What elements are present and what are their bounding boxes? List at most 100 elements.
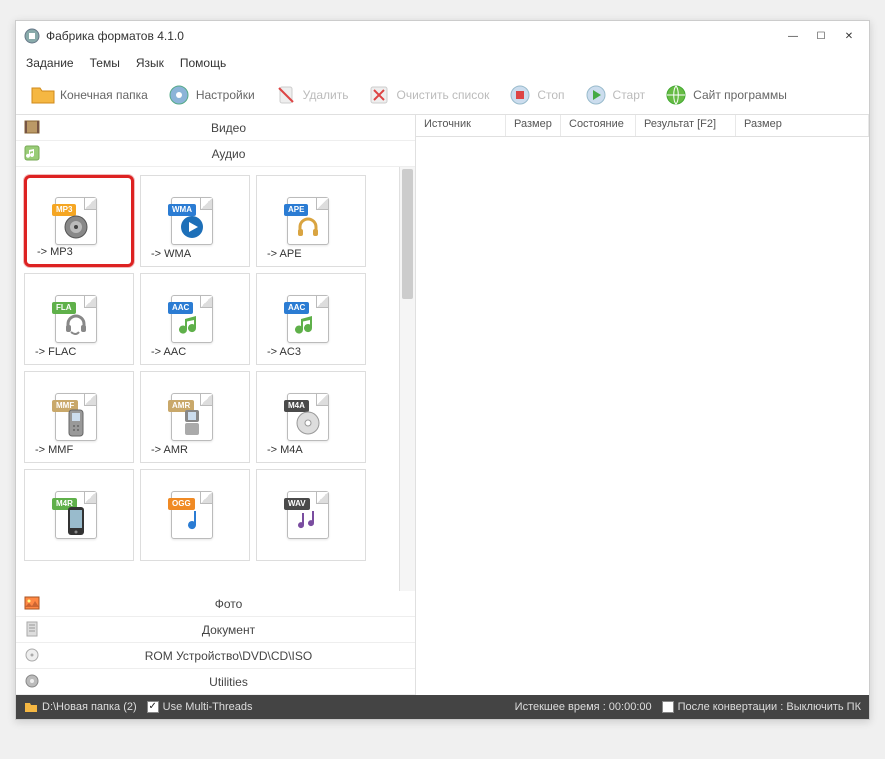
format-item-aac[interactable]: AAC-> AAC bbox=[140, 273, 250, 365]
maximize-button[interactable]: ☐ bbox=[809, 26, 833, 46]
format-file-icon: WMA bbox=[171, 197, 219, 245]
format-item-ape[interactable]: APE -> APE bbox=[256, 175, 366, 267]
toolbar-label: Конечная папка bbox=[60, 88, 148, 102]
format-glyph-icon bbox=[176, 508, 208, 534]
format-label: -> WMA bbox=[151, 248, 191, 260]
format-label: -> AC3 bbox=[267, 346, 301, 358]
menu-themes[interactable]: Темы bbox=[90, 56, 120, 70]
format-item-m4r[interactable]: M4R bbox=[24, 469, 134, 561]
category-document[interactable]: Документ bbox=[16, 617, 415, 643]
content: Видео Аудио MP3-> MP3 WMA -> WMA APE -> APE F… bbox=[16, 115, 869, 695]
window-title: Фабрика форматов 4.1.0 bbox=[46, 29, 781, 43]
list-header: Источник Размер Состояние Результат [F2]… bbox=[416, 115, 869, 137]
format-label: -> MMF bbox=[35, 444, 73, 456]
format-item-m4a[interactable]: M4A-> M4A bbox=[256, 371, 366, 463]
after-convert-checkbox[interactable]: После конвертации : Выключить ПК bbox=[662, 701, 861, 713]
format-file-icon: M4A bbox=[287, 393, 335, 441]
menu-task[interactable]: Задание bbox=[26, 56, 74, 70]
delete-button[interactable]: Удалить bbox=[267, 80, 355, 110]
app-icon bbox=[24, 28, 40, 44]
delete-icon bbox=[273, 82, 299, 108]
toolbar-label: Сайт программы bbox=[693, 88, 787, 102]
elapsed-time: Истекшее время : 00:00:00 bbox=[515, 701, 652, 713]
format-label: -> APE bbox=[267, 248, 302, 260]
col-source[interactable]: Источник bbox=[416, 115, 506, 136]
format-glyph-icon bbox=[60, 508, 92, 534]
col-size[interactable]: Размер bbox=[506, 115, 561, 136]
scrollbar[interactable] bbox=[399, 167, 415, 591]
category-utilities[interactable]: Utilities bbox=[16, 669, 415, 695]
format-grid: MP3-> MP3 WMA -> WMA APE -> APE FLA -> FLAC AAC… bbox=[16, 167, 399, 591]
format-file-icon: APE bbox=[287, 197, 335, 245]
category-label: ROM Устройство\DVD\CD\ISO bbox=[50, 649, 407, 663]
format-label: -> AMR bbox=[151, 444, 188, 456]
format-file-icon: AAC bbox=[287, 295, 335, 343]
menu-language[interactable]: Язык bbox=[136, 56, 164, 70]
category-photo[interactable]: Фото bbox=[16, 591, 415, 617]
format-item-wav[interactable]: WAV bbox=[256, 469, 366, 561]
menubar: Задание Темы Язык Помощь bbox=[16, 51, 869, 75]
close-button[interactable]: ✕ bbox=[837, 26, 861, 46]
format-item-aac[interactable]: AAC -> AC3 bbox=[256, 273, 366, 365]
col-result[interactable]: Результат [F2] bbox=[636, 115, 736, 136]
stop-button[interactable]: Стоп bbox=[501, 80, 570, 110]
minimize-button[interactable]: — bbox=[781, 26, 805, 46]
toolbar-label: Стоп bbox=[537, 88, 564, 102]
category-audio[interactable]: Аудио bbox=[16, 141, 415, 167]
film-icon bbox=[24, 119, 42, 137]
image-icon bbox=[24, 595, 42, 613]
scroll-thumb[interactable] bbox=[402, 169, 413, 299]
format-item-fla[interactable]: FLA -> FLAC bbox=[24, 273, 134, 365]
website-button[interactable]: Сайт программы bbox=[657, 80, 793, 110]
category-video[interactable]: Видео bbox=[16, 115, 415, 141]
category-rom[interactable]: ROM Устройство\DVD\CD\ISO bbox=[16, 643, 415, 669]
note-icon bbox=[24, 145, 42, 163]
format-item-amr[interactable]: AMR-> AMR bbox=[140, 371, 250, 463]
gear-icon bbox=[166, 82, 192, 108]
status-folder[interactable]: D:\Новая папка (2) bbox=[24, 701, 137, 713]
category-label: Аудио bbox=[50, 147, 407, 161]
toolbar-label: Настройки bbox=[196, 88, 255, 102]
titlebar: Фабрика форматов 4.1.0 — ☐ ✕ bbox=[16, 21, 869, 51]
output-folder-button[interactable]: Конечная папка bbox=[24, 80, 154, 110]
format-item-mp3[interactable]: MP3-> MP3 bbox=[24, 175, 134, 267]
toolbar-label: Удалить bbox=[303, 88, 349, 102]
stop-icon bbox=[507, 82, 533, 108]
format-glyph-icon bbox=[292, 410, 324, 436]
category-label: Utilities bbox=[50, 675, 407, 689]
start-button[interactable]: Старт bbox=[577, 80, 652, 110]
statusbar: D:\Новая папка (2) Use Multi-Threads Ист… bbox=[16, 695, 869, 719]
clear-icon bbox=[366, 82, 392, 108]
category-label: Фото bbox=[50, 597, 407, 611]
globe-icon bbox=[663, 82, 689, 108]
format-file-icon: FLA bbox=[55, 295, 103, 343]
format-item-mmf[interactable]: MMF -> MMF bbox=[24, 371, 134, 463]
format-label: -> FLAC bbox=[35, 346, 76, 358]
format-glyph-icon bbox=[60, 410, 92, 436]
format-file-icon: M4R bbox=[55, 491, 103, 539]
settings-button[interactable]: Настройки bbox=[160, 80, 261, 110]
multithreads-label: Use Multi-Threads bbox=[163, 701, 253, 713]
format-item-wma[interactable]: WMA -> WMA bbox=[140, 175, 250, 267]
col-state[interactable]: Состояние bbox=[561, 115, 636, 136]
checkbox-icon bbox=[662, 701, 674, 713]
format-file-icon: MMF bbox=[55, 393, 103, 441]
play-icon bbox=[583, 82, 609, 108]
format-glyph-icon bbox=[176, 312, 208, 338]
format-file-icon: OGG bbox=[171, 491, 219, 539]
status-folder-path: D:\Новая папка (2) bbox=[42, 701, 137, 713]
gear-small-icon bbox=[24, 673, 42, 691]
format-file-icon: AAC bbox=[171, 295, 219, 343]
format-file-icon: WAV bbox=[287, 491, 335, 539]
window-controls: — ☐ ✕ bbox=[781, 26, 861, 46]
menu-help[interactable]: Помощь bbox=[180, 56, 226, 70]
clear-list-button[interactable]: Очистить список bbox=[360, 80, 495, 110]
format-glyph-icon bbox=[60, 312, 92, 338]
right-pane: Источник Размер Состояние Результат [F2]… bbox=[416, 115, 869, 695]
multithreads-checkbox[interactable]: Use Multi-Threads bbox=[147, 701, 253, 713]
format-item-ogg[interactable]: OGG bbox=[140, 469, 250, 561]
format-glyph-icon bbox=[176, 214, 208, 240]
document-icon bbox=[24, 621, 42, 639]
file-list[interactable] bbox=[416, 137, 869, 695]
col-size2[interactable]: Размер bbox=[736, 115, 869, 136]
